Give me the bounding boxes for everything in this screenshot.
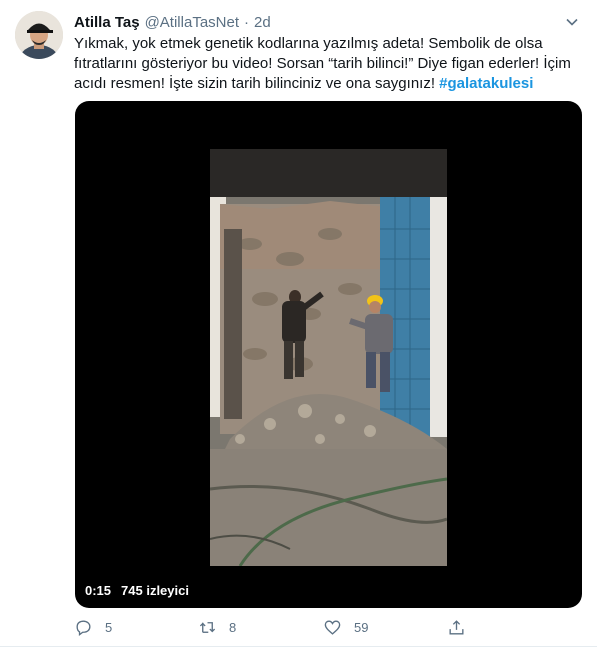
video-info: 0:15 745 izleyici <box>85 583 189 598</box>
separator: · <box>244 13 250 31</box>
author-handle[interactable]: @AtillaTasNet <box>145 14 239 31</box>
timestamp[interactable]: 2d <box>254 14 271 31</box>
share-button[interactable] <box>447 618 478 637</box>
tweet-text: Yıkmak, yok etmek genetik kodlarına yazı… <box>74 34 579 94</box>
tweet-actions: 5 8 59 <box>74 618 474 642</box>
video-thumbnail <box>210 149 447 566</box>
heart-icon <box>324 620 341 635</box>
tweet[interactable]: Atilla Taş @AtillaTasNet · 2d Yıkmak, yo… <box>0 0 597 647</box>
video-player[interactable]: 0:15 745 izleyici <box>75 101 582 608</box>
chevron-down-icon[interactable] <box>564 14 580 30</box>
video-duration: 0:15 <box>85 583 112 598</box>
like-count: 59 <box>354 620 369 635</box>
hashtag-link[interactable]: #galatakulesi <box>439 75 533 92</box>
author-name[interactable]: Atilla Taş <box>74 14 140 31</box>
share-icon <box>449 620 464 635</box>
retweet-count: 8 <box>229 620 237 635</box>
tweet-header: Atilla Taş @AtillaTasNet · 2d <box>74 12 271 32</box>
reply-icon <box>76 620 91 636</box>
reply-button[interactable]: 5 <box>74 618 112 637</box>
retweet-icon <box>199 622 216 633</box>
avatar[interactable] <box>15 11 63 59</box>
reply-count: 5 <box>105 620 113 635</box>
retweet-button[interactable]: 8 <box>198 618 236 637</box>
like-button[interactable]: 59 <box>323 618 368 637</box>
video-views: 745 izleyici <box>121 583 189 598</box>
